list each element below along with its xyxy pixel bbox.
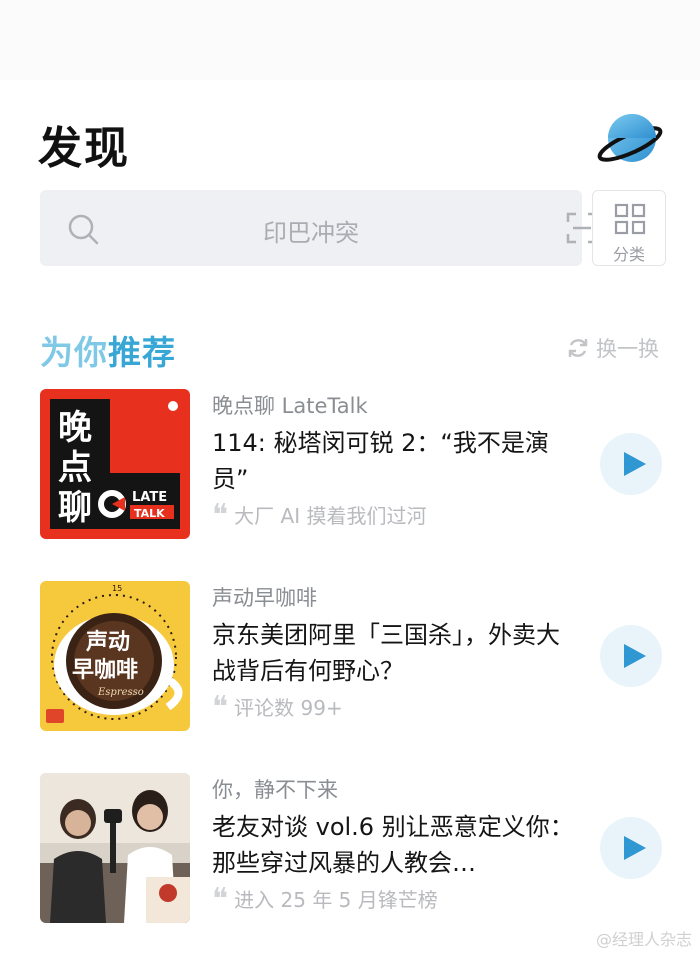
watermark: @经理人杂志	[595, 930, 692, 949]
cover-line1: 声动	[85, 630, 130, 655]
planet-icon[interactable]	[596, 110, 664, 170]
refresh-button[interactable]: 换一换	[566, 334, 659, 362]
cover-char-2: 点	[58, 448, 92, 488]
section-title-part1: 为你	[40, 333, 108, 372]
quote-icon: ❝	[212, 882, 229, 917]
refresh-icon	[568, 339, 588, 357]
search-bar[interactable]: 印巴冲突	[40, 190, 598, 266]
category-label: 分类	[612, 245, 645, 264]
cover-char-1: 晚	[58, 408, 92, 448]
list-item[interactable]: 晚 点 聊 LATE TALK 晚点聊 LateTalk 114: 秘塔闵可锐 …	[0, 389, 700, 541]
list-item[interactable]: 你，静不下来 老友对谈 vol.6 别让恶意定义你：那些穿过风暴的人教会… ❝ …	[0, 773, 700, 925]
podcast-name[interactable]: 声动早咖啡	[212, 585, 582, 611]
episode-extra-text: 评论数 99+	[234, 696, 343, 720]
play-button[interactable]	[600, 625, 662, 687]
play-icon	[624, 644, 646, 668]
episode-extra: ❝ 评论数 99+	[212, 690, 582, 725]
grid-icon	[614, 203, 646, 235]
podcast-cover-latetalk[interactable]: 晚 点 聊 LATE TALK	[40, 389, 190, 539]
status-bar-area	[0, 0, 700, 80]
episode-title[interactable]: 114: 秘塔闵可锐 2：“我不是演员”	[212, 425, 582, 497]
quote-icon: ❝	[212, 690, 229, 725]
play-icon	[624, 452, 646, 476]
list-item[interactable]: 15 声动 早咖啡 Espresso 声动早咖啡 京东美团阿里「三国杀」，外卖大…	[0, 581, 700, 733]
episode-extra: ❝ 大厂 AI 摸着我们过河	[212, 498, 582, 533]
search-placeholder: 印巴冲突	[263, 219, 359, 247]
episode-extra-text: 进入 25 年 5 月锋芒榜	[234, 888, 438, 912]
cover-char-3: 聊	[58, 488, 92, 528]
cover-badge-bottom: TALK	[134, 507, 165, 520]
podcast-cover-photo[interactable]	[40, 773, 190, 923]
podcast-name[interactable]: 你，静不下来	[212, 777, 582, 803]
category-button[interactable]: 分类	[592, 190, 666, 266]
podcast-cover-espresso[interactable]: 15 声动 早咖啡 Espresso	[40, 581, 190, 731]
cover-badge-top: LATE	[132, 490, 167, 505]
page-title: 发现	[38, 123, 130, 174]
play-icon	[624, 836, 646, 860]
section-title-part2: 推荐	[108, 333, 176, 372]
cover-script: Espresso	[97, 687, 144, 698]
episode-extra-text: 大厂 AI 摸着我们过河	[234, 504, 427, 528]
cover-line2: 早咖啡	[72, 658, 138, 683]
cover-tick: 15	[112, 584, 122, 593]
quote-icon: ❝	[212, 498, 229, 533]
play-button[interactable]	[600, 817, 662, 879]
section-title-recommend: 为你推荐	[40, 326, 176, 374]
podcast-name[interactable]: 晚点聊 LateTalk	[212, 393, 582, 419]
refresh-label: 换一换	[596, 337, 659, 361]
episode-title[interactable]: 京东美团阿里「三国杀」，外卖大战背后有何野心？	[212, 617, 582, 689]
play-button[interactable]	[600, 433, 662, 495]
episode-extra: ❝ 进入 25 年 5 月锋芒榜	[212, 882, 582, 917]
episode-title[interactable]: 老友对谈 vol.6 别让恶意定义你：那些穿过风暴的人教会…	[212, 809, 582, 881]
